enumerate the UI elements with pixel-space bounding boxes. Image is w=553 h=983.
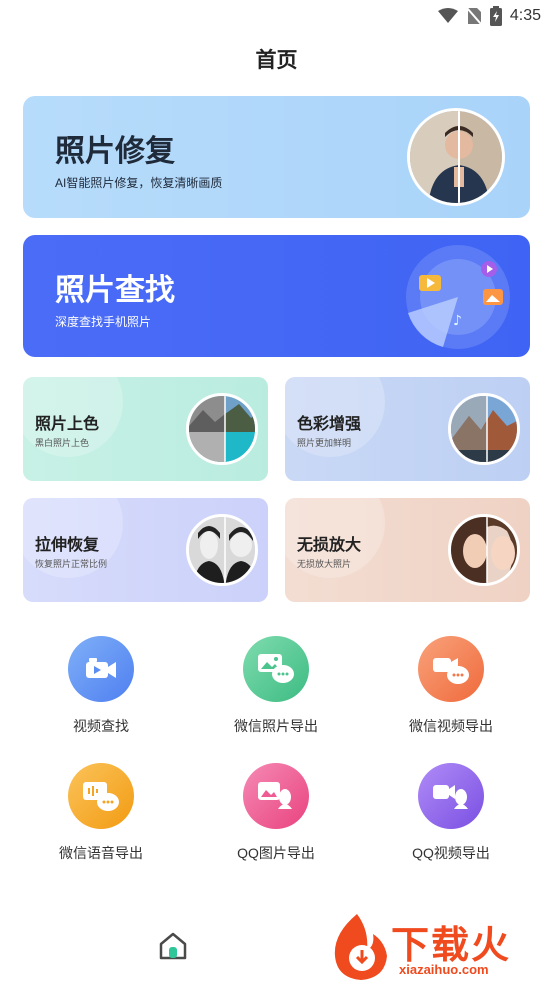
wechat-video-icon [418, 636, 484, 702]
photo-colorize-title: 照片上色 [35, 416, 100, 433]
no-sim-icon [466, 7, 482, 25]
tool-wechat-photo-export[interactable]: 微信照片导出 [201, 636, 351, 736]
wechat-photo-icon [243, 636, 309, 702]
flame-logo-icon [334, 914, 387, 980]
watermark-logo: 下载火 xiazaihuo.com [327, 912, 553, 983]
lossless-enlarge-subtitle: 无损放大照片 [297, 559, 352, 569]
tool-qq-photo-export[interactable]: QQ图片导出 [201, 763, 351, 863]
photo-colorize-card[interactable]: 照片上色 黑白照片上色 [23, 377, 268, 481]
tool-label: QQ图片导出 [237, 845, 315, 861]
tool-label: 微信视频导出 [409, 718, 493, 734]
watermark-text: 下载火 [391, 925, 512, 967]
tool-label: 微信照片导出 [234, 718, 318, 734]
photo-repair-subtitle: AI智能照片修复，恢复清晰画质 [55, 176, 223, 190]
photo-find-subtitle: 深度查找手机照片 [55, 315, 152, 329]
tool-label: QQ视频导出 [412, 845, 490, 861]
photo-repair-card[interactable]: 照片修复 AI智能照片修复，恢复清晰画质 [23, 96, 530, 218]
video-camera-icon [68, 636, 134, 702]
home-icon[interactable] [158, 931, 188, 961]
photo-find-title: 照片查找 [55, 274, 175, 307]
woman-portrait-image [448, 514, 520, 586]
lake-photo-image [186, 393, 258, 465]
mountain-photo-image [448, 393, 520, 465]
color-enhance-title: 色彩增强 [297, 416, 362, 433]
tool-wechat-voice-export[interactable]: 微信语音导出 [26, 763, 176, 863]
qq-video-icon [418, 763, 484, 829]
qq-photo-icon [243, 763, 309, 829]
color-enhance-subtitle: 照片更加鲜明 [297, 438, 352, 448]
wifi-icon [437, 8, 458, 23]
photo-colorize-subtitle: 黑白照片上色 [35, 438, 90, 448]
status-icons: 4:35 [437, 6, 541, 26]
tool-wechat-video-export[interactable]: 微信视频导出 [376, 636, 526, 736]
lossless-enlarge-card[interactable]: 无损放大 无损放大照片 [285, 498, 530, 602]
stretch-restore-subtitle: 恢复照片正常比例 [35, 559, 108, 569]
radar-scan-icon: ♪ [406, 245, 510, 349]
tool-video-find[interactable]: 视频查找 [26, 636, 176, 736]
photo-repair-title: 照片修复 [55, 135, 175, 168]
tool-label: 视频查找 [73, 718, 129, 734]
photo-find-card[interactable]: 照片查找 深度查找手机照片 ♪ [23, 235, 530, 357]
battery-icon [489, 6, 502, 26]
page-title: 首页 [255, 49, 298, 72]
status-time: 4:35 [509, 7, 541, 24]
status-bar: 4:35 [0, 0, 553, 32]
lossless-enlarge-title: 无损放大 [297, 537, 362, 554]
tool-qq-video-export[interactable]: QQ视频导出 [376, 763, 526, 863]
wechat-voice-icon [68, 763, 134, 829]
watermark-url: xiazaihuo.com [399, 962, 489, 977]
bw-portrait-image [186, 514, 258, 586]
color-enhance-card[interactable]: 色彩增强 照片更加鲜明 [285, 377, 530, 481]
svg-text:♪: ♪ [453, 313, 462, 329]
portrait-photo-image [407, 108, 505, 206]
tool-label: 微信语音导出 [59, 845, 143, 861]
stretch-restore-card[interactable]: 拉伸恢复 恢复照片正常比例 [23, 498, 268, 602]
stretch-restore-title: 拉伸恢复 [35, 537, 100, 554]
